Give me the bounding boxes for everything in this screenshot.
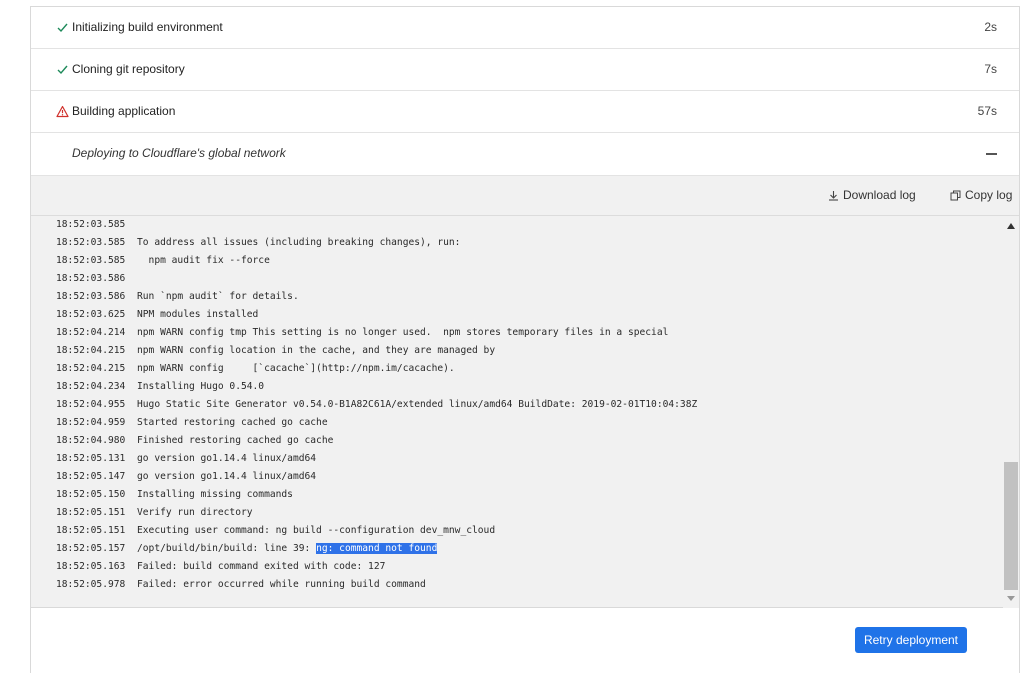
step-label: Deploying to Cloudflare's global network — [72, 146, 286, 160]
log-viewer: Download log Copy log 18:52:03.585 18:52:… — [31, 176, 1019, 608]
step-building[interactable]: Building application 57s — [31, 91, 1019, 133]
log-line: 18:52:04.980 Finished restoring cached go… — [56, 432, 333, 450]
step-initializing[interactable]: Initializing build environment 2s — [31, 7, 1019, 49]
log-message: NPM modules installed — [137, 309, 259, 320]
log-line: 18:52:05.151 Verify run directory — [56, 504, 253, 522]
step-label: Cloning git repository — [72, 62, 185, 76]
log-scrollbar[interactable] — [1003, 216, 1019, 608]
log-timestamp: 18:52:03.625 — [56, 309, 126, 320]
log-line: 18:52:05.151 Executing user command: ng b… — [56, 522, 495, 540]
log-timestamp: 18:52:05.147 — [56, 471, 126, 482]
log-timestamp: 18:52:05.157 — [56, 543, 126, 554]
copy-icon — [950, 190, 961, 201]
log-line: 18:52:05.163 Failed: build command exited… — [56, 558, 385, 576]
checkmark-icon — [57, 23, 68, 33]
log-line: 18:52:04.959 Started restoring cached go … — [56, 414, 328, 432]
log-timestamp: 18:52:03.585 — [56, 237, 126, 248]
log-line: 18:52:03.586 — [56, 270, 137, 288]
log-line: 18:52:05.978 Failed: error occurred while… — [56, 576, 426, 594]
log-timestamp: 18:52:03.586 — [56, 273, 126, 284]
step-duration: 7s — [984, 62, 997, 76]
log-timestamp: 18:52:04.215 — [56, 363, 126, 374]
log-message: npm WARN config [`cacache`](http://npm.i… — [137, 363, 455, 374]
log-timestamp: 18:52:05.163 — [56, 561, 126, 572]
log-message: go version go1.14.4 linux/amd64 — [137, 453, 317, 464]
log-line: 18:52:03.586 Run `npm audit` for details. — [56, 288, 299, 306]
scrollbar-thumb[interactable] — [1004, 462, 1018, 590]
scroll-down-arrow-icon[interactable] — [1007, 596, 1015, 601]
copy-log-label: Copy log — [965, 188, 1013, 202]
log-timestamp: 18:52:03.585 — [56, 219, 126, 230]
log-timestamp: 18:52:04.959 — [56, 417, 126, 428]
log-message: npm audit fix --force — [137, 255, 270, 266]
log-message: /opt/build/bin/build: line 39: — [137, 543, 317, 554]
download-icon — [829, 191, 838, 201]
log-message: Finished restoring cached go cache — [137, 435, 334, 446]
log-timestamp: 18:52:05.151 — [56, 507, 126, 518]
log-message: Installing Hugo 0.54.0 — [137, 381, 265, 392]
scroll-up-arrow-icon[interactable] — [1007, 223, 1015, 229]
log-line: 18:52:05.150 Installing missing commands — [56, 486, 293, 504]
log-line: 18:52:03.585 — [56, 216, 137, 234]
log-timestamp: 18:52:04.234 — [56, 381, 126, 392]
log-message: Failed: error occurred while running bui… — [137, 579, 426, 590]
log-timestamp: 18:52:04.215 — [56, 345, 126, 356]
selected-text: ng: command not found — [316, 543, 438, 554]
log-line: 18:52:05.131 go version go1.14.4 linux/am… — [56, 450, 316, 468]
log-line: 18:52:04.955 Hugo Static Site Generator v… — [56, 396, 697, 414]
log-line: 18:52:03.585 To address all issues (inclu… — [56, 234, 460, 252]
log-toolbar: Download log Copy log — [31, 176, 1019, 216]
log-timestamp: 18:52:05.151 — [56, 525, 126, 536]
log-message: npm WARN config tmp This setting is no l… — [137, 327, 669, 338]
log-line: 18:52:03.625 NPM modules installed — [56, 306, 258, 324]
log-message: Verify run directory — [137, 507, 253, 518]
download-log-button[interactable]: Download log — [828, 188, 916, 202]
log-line: 18:52:04.214 npm WARN config tmp This set… — [56, 324, 668, 342]
log-message: To address all issues (including breakin… — [137, 237, 461, 248]
retry-deployment-button[interactable]: Retry deployment — [855, 627, 967, 653]
log-timestamp: 18:52:05.150 — [56, 489, 126, 500]
step-label: Initializing build environment — [72, 20, 223, 34]
step-duration: 2s — [984, 20, 997, 34]
step-cloning[interactable]: Cloning git repository 7s — [31, 49, 1019, 91]
log-line: 18:52:05.157/opt/build/bin/build: line 3… — [56, 540, 438, 558]
log-output[interactable]: 18:52:03.585 18:52:03.585 To address all i… — [31, 216, 1019, 608]
log-timestamp: 18:52:04.980 — [56, 435, 126, 446]
log-timestamp: 18:52:05.978 — [56, 579, 126, 590]
log-message: npm WARN config location in the cache, a… — [137, 345, 496, 356]
log-message: Run `npm audit` for details. — [137, 291, 299, 302]
download-log-label: Download log — [843, 188, 916, 202]
step-duration: 57s — [977, 104, 997, 118]
checkmark-icon — [57, 65, 68, 75]
deployment-panel: Initializing build environment 2s Clonin… — [30, 6, 1020, 673]
log-line: 18:52:04.215 npm WARN config location in … — [56, 342, 495, 360]
copy-log-button[interactable]: Copy log — [950, 188, 1012, 202]
log-message: Started restoring cached go cache — [137, 417, 328, 428]
step-label: Building application — [72, 104, 176, 118]
log-timestamp: 18:52:04.214 — [56, 327, 126, 338]
collapse-icon[interactable] — [986, 153, 997, 155]
log-line: 18:52:03.585 npm audit fix --force — [56, 252, 270, 270]
step-deploying[interactable]: Deploying to Cloudflare's global network — [31, 133, 1019, 176]
log-line: 18:52:04.215 npm WARN config [`cacache`](… — [56, 360, 455, 378]
log-message: Failed: build command exited with code: … — [137, 561, 386, 572]
log-message: Hugo Static Site Generator v0.54.0-B1A82… — [137, 399, 698, 410]
log-message: go version go1.14.4 linux/amd64 — [137, 471, 317, 482]
log-timestamp: 18:52:04.955 — [56, 399, 126, 410]
log-message: Installing missing commands — [137, 489, 293, 500]
log-timestamp: 18:52:03.586 — [56, 291, 126, 302]
log-message: Executing user command: ng build --confi… — [137, 525, 496, 536]
log-timestamp: 18:52:03.585 — [56, 255, 126, 266]
warning-icon — [56, 105, 69, 118]
log-line: 18:52:05.147 go version go1.14.4 linux/am… — [56, 468, 316, 486]
log-line: 18:52:04.234 Installing Hugo 0.54.0 — [56, 378, 264, 396]
log-timestamp: 18:52:05.131 — [56, 453, 126, 464]
